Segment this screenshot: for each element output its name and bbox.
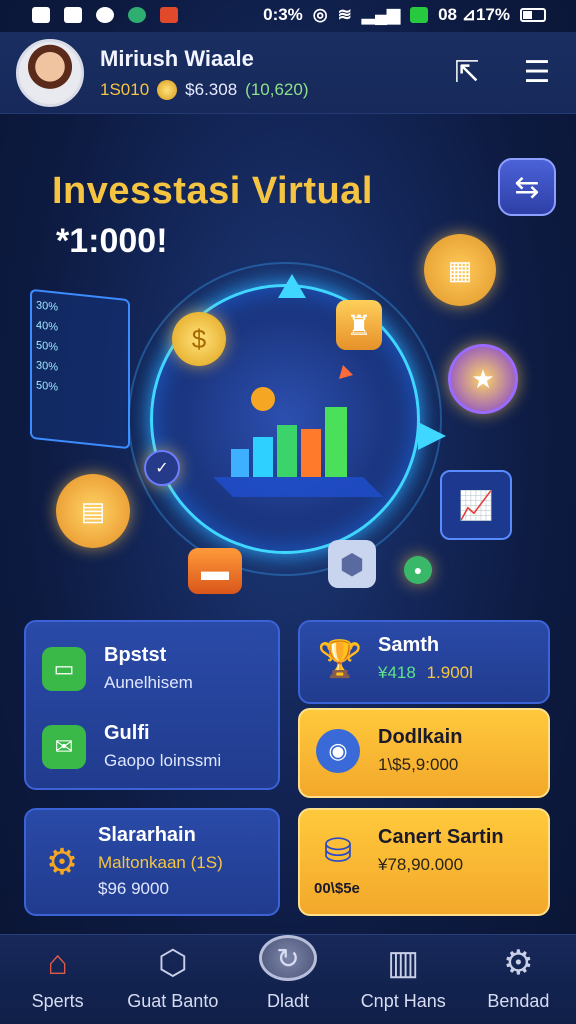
- status-left-icons: [32, 7, 178, 23]
- stats-panel: 30% 40% 50% 30% 50%: [30, 288, 130, 450]
- status-time: 0:3%: [263, 5, 303, 24]
- chart-icon: ▥: [387, 944, 420, 982]
- app-icon: [64, 7, 82, 23]
- card-right-mid[interactable]: ◉ Dodlkain 1\$5,9:000: [298, 708, 550, 798]
- check-bubble-icon: ✓: [144, 450, 180, 486]
- panel-line: 40%: [36, 319, 59, 334]
- nav-label: Cnpt Hans: [360, 991, 446, 1011]
- shield-icon: ⬡: [157, 944, 188, 982]
- home-icon: ⌂: [47, 944, 68, 982]
- nav-item-chart[interactable]: ▥ Cnpt Hans: [346, 935, 461, 1024]
- list-item: 🏆 Samth ¥418 1.900l: [318, 634, 473, 683]
- nav-label: Dladt: [266, 991, 310, 1011]
- card-value-a: ¥418: [378, 663, 416, 682]
- card-right-top[interactable]: 🏆 Samth ¥418 1.900l: [298, 620, 550, 704]
- swap-button[interactable]: ⇆: [498, 158, 556, 216]
- battery-icon: [520, 8, 546, 22]
- trend-chart-icon: 📈: [440, 470, 512, 540]
- nav-item-shield[interactable]: ⬡ Guat Banto: [115, 935, 230, 1024]
- hero-title: Invesstasi Virtual: [52, 170, 373, 212]
- alarm-icon: ◎: [312, 5, 328, 24]
- card-left-top[interactable]: ▭ Bpstst Aunelhisem ✉ Gulfi Gaopo loinss…: [24, 620, 280, 790]
- coin-bubble-icon: $: [172, 312, 226, 366]
- item-title: Bpstst: [104, 644, 167, 666]
- data-icon: [410, 7, 429, 23]
- swap-icon: ⇆: [514, 170, 540, 204]
- gear-icon: ⚙: [503, 944, 534, 982]
- avatar[interactable]: [16, 38, 84, 107]
- battery-text: 08 ⊿17%: [438, 5, 510, 24]
- chat-icon: ▭: [42, 646, 86, 691]
- user-circle-icon: ◉: [316, 728, 360, 773]
- nav-item-settings[interactable]: ⚙ Bendad: [461, 935, 576, 1024]
- list-item: ⚙ Slararhain Maltonkaan (1S) $96 9000: [40, 824, 223, 899]
- notification-icon: [32, 7, 50, 23]
- profile-header: Miriush Wiaale 1S010 $6.308 (10,620) ⇱ ☰: [0, 32, 576, 114]
- item-title: Gulfi: [104, 722, 150, 744]
- card-left-bottom[interactable]: ⚙ Slararhain Maltonkaan (1S) $96 9000: [24, 808, 280, 916]
- nav-label: Bendad: [487, 991, 550, 1011]
- message-icon: ✉: [42, 724, 86, 769]
- username: Miriush Wiaale: [100, 45, 254, 71]
- hero-section: Invesstasi Virtual *1:000! ⇆ 30% 40% 50%…: [0, 114, 576, 614]
- panel-line: 30%: [36, 299, 59, 314]
- card-title: Dodlkain: [378, 726, 463, 748]
- menu-icon[interactable]: ☰: [514, 50, 560, 96]
- card-subtitle: Maltonkaan (1S): [98, 853, 223, 872]
- gear-pin-icon: ⚙: [45, 840, 79, 882]
- card-title: Samth: [378, 634, 440, 656]
- status-right: 0:3% ◎ ≋ ▂▄▆ 08 ⊿17%: [263, 5, 546, 25]
- item-subtitle: Aunelhisem: [104, 673, 193, 692]
- signal-icon: ▂▄▆: [361, 5, 401, 24]
- list-item: ◉ Dodlkain 1\$5,9:000: [316, 726, 462, 775]
- crate-bubble-icon: ▤: [56, 474, 130, 548]
- card-value: $96 9000: [98, 879, 169, 898]
- card-title: Slararhain: [98, 824, 196, 846]
- nav-item-home[interactable]: ⌂ Sperts: [0, 935, 115, 1024]
- card-badge: 00\$5e: [314, 880, 360, 897]
- blocks-icon: ⬢: [328, 540, 376, 588]
- panel-line: 50%: [36, 379, 59, 394]
- arrow-up-icon: [278, 274, 306, 298]
- jar-icon: ⛁: [323, 831, 353, 870]
- nav-label: Sperts: [31, 991, 84, 1011]
- item-subtitle: Gaopo loinssmi: [104, 751, 222, 770]
- stat-b: $6.308: [185, 79, 238, 99]
- status-bar: 0:3% ◎ ≋ ▂▄▆ 08 ⊿17%: [0, 0, 576, 30]
- card-subtitle: 1\$5,9:000: [378, 755, 459, 774]
- user-stats: 1S010 $6.308 (10,620): [100, 79, 420, 100]
- app-badge-icon: [160, 7, 178, 23]
- nav-item-center[interactable]: ↻ Dladt: [230, 935, 345, 1024]
- sync-status-icon: [96, 7, 114, 23]
- wallet-icon: ▬: [188, 548, 242, 594]
- hero-amount: *1:000!: [56, 222, 168, 260]
- award-bubble-icon: ★: [448, 344, 518, 414]
- list-item[interactable]: ✉ Gulfi Gaopo loinssmi: [42, 722, 221, 771]
- badge-icon: ♜: [336, 300, 382, 350]
- card-subtitle: ¥78,90.000: [378, 855, 464, 874]
- nav-label: Guat Banto: [127, 991, 219, 1011]
- arrow-right-icon: [418, 422, 446, 450]
- small-coin-icon: ●: [404, 556, 432, 584]
- user-info: Miriush Wiaale 1S010 $6.308 (10,620): [100, 46, 420, 100]
- bottom-nav: ⌂ Sperts ⬡ Guat Banto ↻ Dladt ▥ Cnpt Han…: [0, 934, 576, 1024]
- refresh-icon: ↻: [259, 935, 317, 981]
- panel-line: 30%: [36, 359, 59, 374]
- list-item: ⛁ Canert Sartin ¥78,90.000: [316, 826, 504, 875]
- trophy-icon: 🏆: [317, 637, 363, 679]
- shield-status-icon: [128, 7, 146, 23]
- card-value-b: 1.900l: [426, 663, 473, 682]
- building-bubble-icon: ▦: [424, 234, 496, 306]
- card-title: Canert Sartin: [378, 826, 504, 848]
- stat-c: (10,620): [245, 79, 309, 99]
- share-icon[interactable]: ⇱: [444, 50, 490, 96]
- stat-a: 1S010: [100, 79, 150, 99]
- card-right-bottom[interactable]: ⛁ Canert Sartin ¥78,90.000 00\$5e: [298, 808, 550, 916]
- coin-icon: [157, 79, 178, 100]
- list-item[interactable]: ▭ Bpstst Aunelhisem: [42, 644, 193, 693]
- wifi-icon: ≋: [337, 5, 352, 24]
- panel-line: 50%: [36, 339, 59, 354]
